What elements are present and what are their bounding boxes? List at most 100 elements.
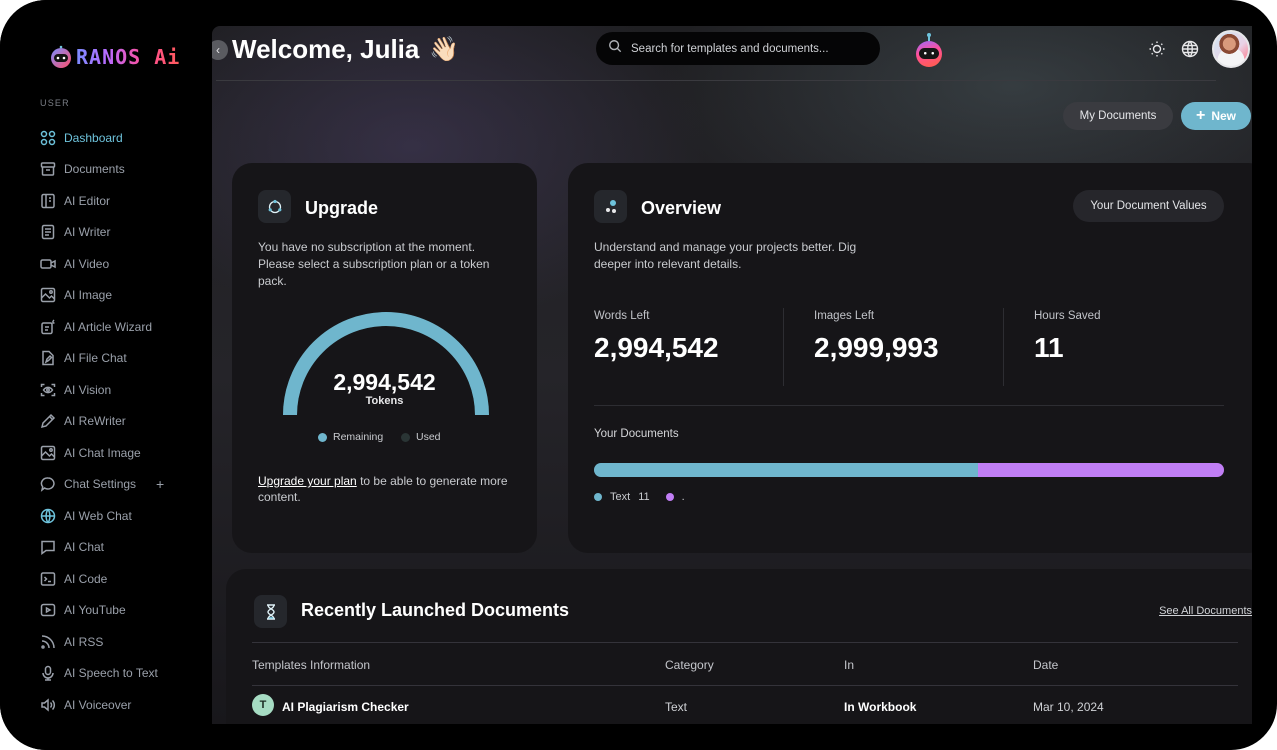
documents-bar-segment-0 <box>594 463 979 477</box>
sidebar-item-label: AI Web Chat <box>64 508 132 523</box>
upgrade-description: You have no subscription at the moment. … <box>258 240 490 288</box>
upgrade-plan-link[interactable]: Upgrade your plan <box>258 474 357 488</box>
collapse-sidebar-button[interactable]: ‹ <box>212 40 228 60</box>
sidebar-item-label: AI Writer <box>64 225 111 240</box>
www-globe-icon <box>40 508 56 524</box>
template-name[interactable]: AI Plagiarism Checker <box>282 700 409 714</box>
template-category: Text <box>665 700 688 714</box>
sidebar-item-ai-code[interactable]: AI Code <box>40 563 210 595</box>
hourglass-icon <box>266 603 275 620</box>
sidebar-item-chat-settings[interactable]: Chat Settings + <box>40 469 210 501</box>
overview-title: Overview <box>641 198 722 218</box>
sidebar-item-label: AI Voiceover <box>64 697 132 712</box>
add-chat-setting-button[interactable]: + <box>156 476 164 492</box>
sidebar-item-label: Documents <box>64 162 125 177</box>
image-icon <box>40 445 56 461</box>
image-icon <box>40 287 56 303</box>
used-dot <box>401 432 410 442</box>
sidebar-item-label: AI Video <box>64 256 110 271</box>
user-avatar[interactable] <box>1212 30 1250 68</box>
overview-card: Overview Your Document Values Understand… <box>568 163 1252 553</box>
sidebar-item-ai-vision[interactable]: AI Vision <box>40 374 210 406</box>
tokens-unit: Tokens <box>365 395 404 407</box>
sidebar-item-label: AI Article Wizard <box>64 319 153 334</box>
theme-toggle-sun-icon[interactable] <box>1148 40 1166 58</box>
file-edit-icon <box>40 350 56 366</box>
template-avatar: T <box>252 694 274 716</box>
table-divider <box>252 642 1238 643</box>
sidebar-item-ai-chat-image[interactable]: AI Chat Image <box>40 437 210 469</box>
legend-remaining-label: Remaining <box>333 431 384 443</box>
sidebar-item-label: AI YouTube <box>64 603 126 618</box>
see-all-documents-link[interactable]: See All Documents <box>1159 605 1252 617</box>
overview-description: Understand and manage your projects bett… <box>594 240 857 271</box>
stat-divider <box>1003 308 1004 386</box>
sidebar-item-label: AI Vision <box>64 382 112 397</box>
cycle-dots-icon <box>268 199 281 213</box>
rss-icon <box>40 634 56 650</box>
stat-label: Words Left <box>594 310 650 322</box>
video-icon <box>40 256 56 272</box>
sidebar-item-label: AI Speech to Text <box>64 666 158 681</box>
sidebar-item-label: AI Chat <box>64 540 105 555</box>
column-header-templates[interactable]: Templates Information <box>252 658 370 672</box>
sidebar-item-ai-voiceover[interactable]: AI Voiceover <box>40 689 210 721</box>
sidebar-item-label: AI Code <box>64 571 108 586</box>
sidebar-item-label: AI File Chat <box>64 351 127 366</box>
search-bar[interactable] <box>596 32 880 65</box>
chat-bubble-icon <box>40 476 56 493</box>
sidebar-item-ai-image[interactable]: AI Image <box>40 280 210 312</box>
sidebar-item-label: AI RSS <box>64 634 104 649</box>
text-dot <box>594 493 602 501</box>
sidebar-item-label: AI Chat Image <box>64 445 141 460</box>
tokens-gauge <box>283 312 489 416</box>
column-header-category[interactable]: Category <box>665 658 714 672</box>
sidebar-item-ai-web-chat[interactable]: AI Web Chat <box>40 500 210 532</box>
robot-logo-icon <box>51 45 71 68</box>
sidebar-item-ai-youtube[interactable]: AI YouTube <box>40 595 210 627</box>
legend-remaining: Remaining <box>318 431 383 443</box>
eye-scan-icon <box>40 382 56 398</box>
sidebar-item-documents[interactable]: Documents <box>40 154 210 186</box>
sidebar-item-ai-video[interactable]: AI Video <box>40 248 210 280</box>
header-divider <box>216 80 1216 81</box>
message-square-icon <box>40 539 56 556</box>
brand-name: RANOS Ai <box>76 45 181 69</box>
tokens-value: 2,994,542 <box>333 369 436 395</box>
upgrade-note: Upgrade your plan to be able to generate… <box>258 473 508 505</box>
document-icon <box>40 224 56 240</box>
waving-hand-icon: 👋🏻 <box>429 36 460 63</box>
plus-icon: + <box>1195 107 1206 124</box>
new-button-label: New <box>1211 109 1237 123</box>
welcome-text: Welcome, Julia <box>232 34 420 64</box>
other-dot <box>665 493 674 501</box>
search-input[interactable] <box>631 42 861 55</box>
logo[interactable]: RANOS Ai <box>48 44 180 70</box>
stat-hours-saved: Hours Saved 11 <box>1034 310 1100 364</box>
sidebar-item-ai-writer[interactable]: AI Writer <box>40 217 210 249</box>
column-header-in[interactable]: In <box>844 658 854 672</box>
sidebar-item-dashboard[interactable]: Dashboard <box>40 122 210 154</box>
new-document-button[interactable]: + New <box>1181 102 1251 130</box>
sidebar-item-ai-speech-to-text[interactable]: AI Speech to Text <box>40 658 210 690</box>
my-documents-button[interactable]: My Documents <box>1063 102 1173 130</box>
sidebar-item-ai-file-chat[interactable]: AI File Chat <box>40 343 210 375</box>
sidebar-item-ai-editor[interactable]: AI Editor <box>40 185 210 217</box>
sidebar-item-label: AI Editor <box>64 193 111 208</box>
sidebar-item-ai-chat[interactable]: AI Chat <box>40 532 210 564</box>
stat-value: 2,994,542 <box>594 332 719 363</box>
overview-icon-box <box>594 190 627 223</box>
sidebar-item-ai-article-wizard[interactable]: AI Article Wizard <box>40 311 210 343</box>
microphone-icon <box>40 665 56 681</box>
search-icon <box>608 39 622 58</box>
legend-text-count: 11 <box>638 491 650 503</box>
column-header-date[interactable]: Date <box>1033 658 1058 672</box>
sidebar-item-label: Chat Settings <box>64 477 137 492</box>
sidebar-item-ai-rss[interactable]: AI RSS <box>40 626 210 658</box>
language-globe-icon[interactable] <box>1181 40 1199 58</box>
document-values-button[interactable]: Your Document Values <box>1073 190 1224 222</box>
remaining-dot <box>318 432 327 442</box>
template-date: Mar 10, 2024 <box>1033 700 1104 714</box>
ai-assistant-robot-icon[interactable] <box>912 32 946 68</box>
sidebar-item-ai-rewriter[interactable]: AI ReWriter <box>40 406 210 438</box>
